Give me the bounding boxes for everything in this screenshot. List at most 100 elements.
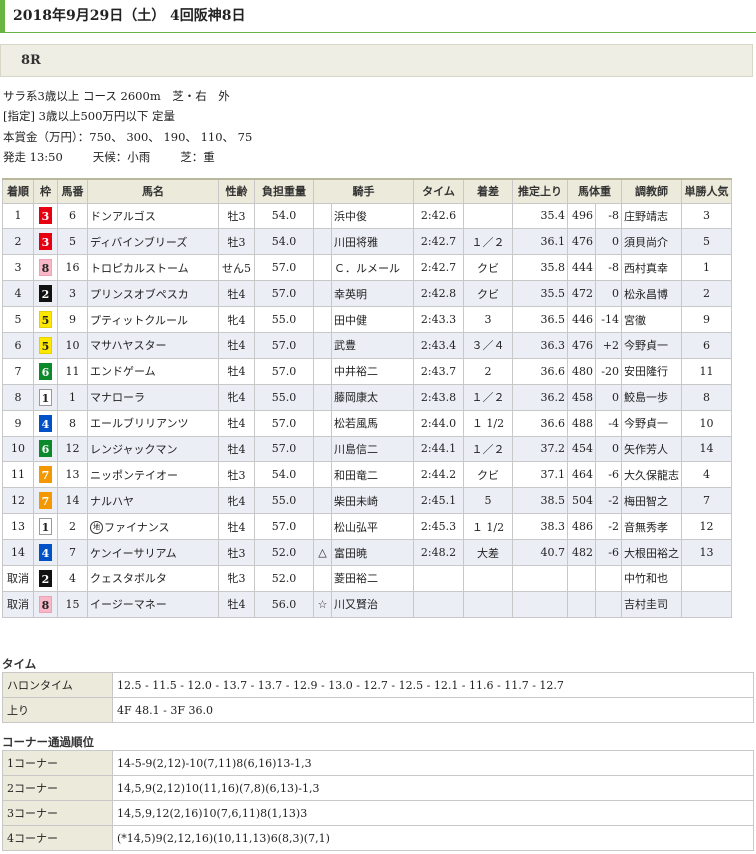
rank-cell: 1 [2, 202, 34, 230]
jockey-cell[interactable]: 幸英明 [331, 280, 414, 308]
body-diff-cell: -6 [595, 539, 622, 566]
corner-table: 1コーナー 14-5-9(2,12)-10(7,11)8(6,16)13-1,3 2… [2, 750, 754, 851]
result-row: 1 3 6 ドンアルゴス 牡3 54.0 浜中俊 2:42.6 35.4 496 -8 庄野靖志 3 [2, 202, 732, 230]
frame-badge: 8 [39, 259, 52, 277]
popularity-cell: 10 [681, 409, 732, 437]
apprentice-mark-cell [313, 409, 332, 437]
horse-name-cell[interactable]: トロピカルストーム [87, 254, 219, 282]
body-diff-cell: -8 [595, 254, 622, 282]
sex-age-cell: 牡3 [218, 202, 255, 230]
trainer-cell[interactable]: 庄野靖志 [621, 202, 682, 230]
corner-value: 14,5,9,12(2,16)10(7,6,11)8(1,13)3 [112, 800, 754, 826]
trainer-cell[interactable]: 矢作芳人 [621, 435, 682, 463]
horse-number-cell: 12 [57, 435, 88, 463]
horse-name: マサハヤスター [90, 339, 167, 353]
rank-cell: 4 [2, 280, 34, 308]
jockey-cell[interactable]: 浜中俊 [331, 202, 414, 230]
horse-name-cell[interactable]: 地ファイナンス [87, 513, 219, 541]
trainer-cell[interactable]: 中竹和也 [621, 564, 682, 592]
trainer-cell[interactable]: 吉村圭司 [621, 590, 682, 618]
body-weight-cell: 482 [567, 539, 596, 566]
weight-cell: 57.0 [254, 435, 314, 463]
horse-name-cell[interactable]: イージーマネー [87, 590, 219, 618]
horse-name-cell[interactable]: エールブリリアンツ [87, 409, 219, 437]
frame-cell: 6 [33, 357, 58, 385]
trainer-cell[interactable]: 西村真幸 [621, 254, 682, 282]
horse-name: マナローラ [90, 391, 145, 405]
horse-name-cell[interactable]: マサハヤスター [87, 331, 219, 359]
margin-cell: 5 [463, 487, 513, 515]
jockey-cell[interactable]: 田中健 [331, 306, 414, 333]
horse-name-cell[interactable]: ケンイーサリアム [87, 539, 219, 566]
result-row: 取消 8 15 イージーマネー 牡4 56.0 ☆ 川又賢治 吉村圭司 [2, 590, 732, 618]
jockey-cell[interactable]: 和田竜二 [331, 461, 414, 489]
col-header-trainer: 調教師 [621, 178, 682, 204]
rank-cell: 8 [2, 383, 34, 411]
horse-name: ニッポンテイオー [90, 468, 178, 482]
rank-cell: 5 [2, 306, 34, 333]
horse-name-cell[interactable]: プティットクルール [87, 306, 219, 333]
trainer-cell[interactable]: 安田隆行 [621, 357, 682, 385]
horse-name-cell[interactable]: ニッポンテイオー [87, 461, 219, 489]
weight-cell: 55.0 [254, 487, 314, 515]
jockey-cell[interactable]: 柴田未崎 [331, 487, 414, 515]
col-header-popularity: 単勝人気 [681, 178, 732, 204]
trainer-cell[interactable]: 今野貞一 [621, 409, 682, 437]
trainer-cell[interactable]: 大久保龍志 [621, 461, 682, 489]
jockey-cell[interactable]: 松若風馬 [331, 409, 414, 437]
frame-badge: 3 [39, 207, 52, 225]
horse-name-cell[interactable]: マナローラ [87, 383, 219, 411]
horse-name-cell[interactable]: レンジャックマン [87, 435, 219, 463]
horse-name-cell[interactable]: ナルハヤ [87, 487, 219, 515]
weight-cell: 54.0 [254, 202, 314, 230]
trainer-cell[interactable]: 須貝尚介 [621, 228, 682, 256]
body-weight-cell: 458 [567, 383, 596, 411]
jockey-cell[interactable]: 川島信二 [331, 435, 414, 463]
trainer-cell[interactable]: 大根田裕之 [621, 539, 682, 566]
time-cell: 2:42.6 [413, 202, 464, 230]
last3f-cell: 36.5 [512, 306, 568, 333]
horse-name-cell[interactable]: ディバインブリーズ [87, 228, 219, 256]
trainer-cell[interactable]: 音無秀孝 [621, 513, 682, 541]
horse-name-cell[interactable]: ドンアルゴス [87, 202, 219, 230]
rank-cell: 9 [2, 409, 34, 437]
trainer-cell[interactable]: 梅田智之 [621, 487, 682, 515]
body-weight-cell: 486 [567, 513, 596, 541]
apprentice-mark-cell [313, 383, 332, 411]
trainer-cell[interactable]: 宮徹 [621, 306, 682, 333]
jockey-cell[interactable]: 武豊 [331, 331, 414, 359]
trainer-cell[interactable]: 松永昌博 [621, 280, 682, 308]
time-cell: 2:45.1 [413, 487, 464, 515]
col-header-last3f: 推定上り [512, 178, 568, 204]
weight-cell: 55.0 [254, 306, 314, 333]
trainer-cell[interactable]: 今野貞一 [621, 331, 682, 359]
jockey-cell[interactable]: 中井裕二 [331, 357, 414, 385]
apprentice-mark-cell [313, 461, 332, 489]
horse-name-cell[interactable]: エンドゲーム [87, 357, 219, 385]
horse-number-cell: 7 [57, 539, 88, 566]
horse-name: ケンイーサリアム [90, 546, 177, 560]
horse-name: エールブリリアンツ [90, 417, 189, 431]
corner-label: 1コーナー [2, 750, 113, 776]
race-prize-line: 本賞金（万円）：750、 300、 190、 110、 75 [3, 129, 253, 144]
corner-row: 2コーナー 14,5,9(2,12)10(11,16)(7,8)(6,13)-1,… [2, 775, 754, 801]
body-diff-cell: 0 [595, 280, 622, 308]
jockey-cell[interactable]: 菱田裕二 [331, 564, 414, 592]
trainer-cell[interactable]: 鮫島一歩 [621, 383, 682, 411]
horse-name-cell[interactable]: プリンスオブペスカ [87, 280, 219, 308]
weight-cell: 52.0 [254, 564, 314, 592]
horse-number-cell: 8 [57, 409, 88, 437]
weight-cell: 54.0 [254, 228, 314, 256]
jockey-cell[interactable]: 川田将雅 [331, 228, 414, 256]
time-cell: 2:45.3 [413, 513, 464, 541]
jockey-cell[interactable]: 川又賢治 [331, 590, 414, 618]
track-condition: 芝：重 [180, 150, 215, 165]
body-diff-cell: -2 [595, 513, 622, 541]
jockey-cell[interactable]: 松山弘平 [331, 513, 414, 541]
horse-name-cell[interactable]: クェスタボルタ [87, 564, 219, 592]
jockey-cell[interactable]: 富田暁 [331, 539, 414, 566]
jockey-cell[interactable]: 藤岡康太 [331, 383, 414, 411]
jockey-cell[interactable]: Ｃ．ルメール [331, 254, 414, 282]
frame-badge: 6 [39, 362, 52, 380]
race-course-line: サラ系3歳以上 コース 2600m 芝・右 外 [3, 89, 230, 103]
